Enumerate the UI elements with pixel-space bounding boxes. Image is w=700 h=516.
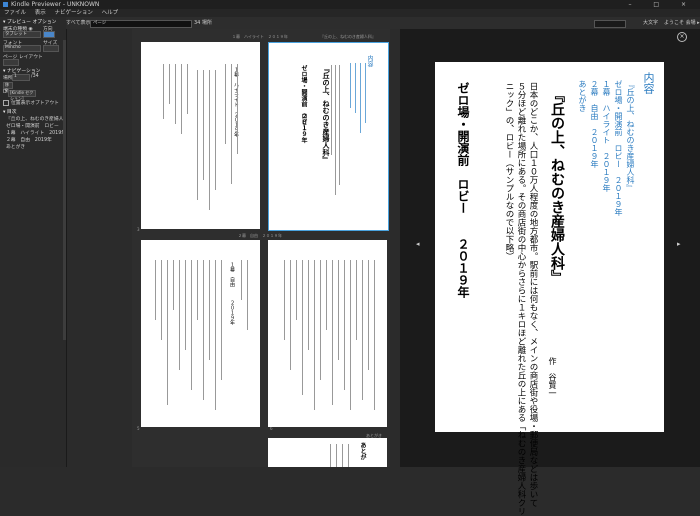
thumbnail-page-5[interactable]: あとが (268, 438, 387, 467)
viewer-toc-1[interactable]: 『丘の上、ねむのき産婦人科』 (625, 80, 636, 192)
toolbar: すべて表示 ページ 34 場所 大文字 ようこそ 会場 ▸ (66, 17, 700, 29)
viewer-toc-4[interactable]: ２幕 自由 ２０１９年 (589, 80, 600, 168)
toc-item-1[interactable]: 『丘の上、ねむのき産婦人 (6, 115, 63, 122)
toc-item-4[interactable]: ２幕 自由 2019年 (6, 136, 52, 143)
section-preview-options[interactable]: ▾ プレビュー オプション (3, 18, 56, 25)
go-button[interactable]: 移動 (3, 82, 13, 93)
p3-year: ２０１９年 (229, 300, 235, 325)
toc-item-3[interactable]: １幕 ハイライト 2019年 (6, 129, 66, 136)
right-label[interactable]: 大文字 (643, 17, 658, 29)
app-icon (3, 2, 8, 7)
location-total: /34 (31, 74, 39, 79)
viewer-toc-3[interactable]: １幕 ハイライト ２０１９年 (601, 80, 612, 192)
section-navigation[interactable]: ▾ ナビゲーション (3, 67, 40, 74)
toc-item-5[interactable]: あとがき (6, 143, 25, 150)
section-prefix: D (3, 90, 7, 95)
viewer-body-1: 日本のどこか、人口１０万人程度の地方都市。駅前には何もなく、メインの商店街や役場… (528, 82, 538, 507)
page-number-a: 3 (137, 227, 140, 232)
toc-item-2[interactable]: ゼロ場・開演前 ロビー (6, 122, 64, 129)
page-label-1: １幕 ハイライト ２０１９年 (232, 34, 288, 39)
p2-title: 『丘の上、ねむのき産婦人科』 (322, 65, 331, 163)
window-controls[interactable]: – □ × (628, 0, 696, 9)
sidebar: ▾ プレビュー オプション 端末の種類 ◉ 方向 タブレット フォント サイズ … (0, 17, 67, 467)
p2-year: ２０１９年 (300, 113, 307, 143)
thumbnail-page-1[interactable]: １幕 ハイライト ２０１９年 (141, 42, 260, 229)
viewer-body-2: ５分ほど離れた場所にある。その商店街の中心からさらに１キロほど離れた丘の上にある… (516, 82, 526, 516)
section-select[interactable]: [Kindle セクション] (8, 90, 36, 101)
viewer-toc-head: 内容 (642, 72, 655, 94)
sidebar-scrollbar[interactable] (63, 40, 66, 340)
chevron-right-icon[interactable]: ▸ (677, 240, 681, 248)
p3-title: １幕 自由 (229, 262, 235, 287)
viewer-author: 作 谷賢一 (548, 357, 557, 397)
menu-view[interactable]: 表示 (35, 10, 46, 16)
page-number-c: 5 (137, 426, 140, 431)
right-label-2[interactable]: ようこそ 会場 ▸ (664, 17, 700, 29)
device-select-value: タブレット (5, 32, 27, 37)
p2-toc-head: 内容 (366, 55, 373, 67)
device-page: 内容 『丘の上、ねむのき産婦人科』 ゼロ場・開演前 ロビー ２０１９年 １幕 ハ… (435, 62, 664, 516)
font-size-select[interactable] (43, 45, 59, 52)
window-title: Kindle Previewer - UNKNOWN (11, 1, 100, 8)
menu-help[interactable]: ヘルプ (102, 10, 119, 16)
thumbnail-page-4[interactable] (268, 240, 387, 427)
right-select[interactable] (594, 20, 626, 28)
section-toc[interactable]: ▾ 目次 (3, 108, 17, 115)
menu-navigation[interactable]: ナビゲーション (55, 10, 93, 16)
viewer-scene: ゼロ場・開演前 ロビー ２０１９年 (456, 82, 470, 298)
chevron-left-icon[interactable]: ◂ (416, 240, 420, 248)
view-label: すべて表示 (66, 20, 91, 26)
orientation-toggle[interactable] (43, 31, 55, 38)
page-mode-value: ページ (93, 21, 107, 26)
title-bar: Kindle Previewer - UNKNOWN – □ × (0, 0, 700, 9)
menu-file[interactable]: ファイル (4, 10, 26, 16)
viewer-body-3: ニック」の、ロビー（サンプルなので以下略） (504, 82, 514, 261)
viewer-toc-2[interactable]: ゼロ場・開演前 ロビー ２０１９年 (613, 80, 624, 216)
show-all-checkbox[interactable] (3, 99, 9, 106)
viewer-toc-5[interactable]: あとがき (577, 80, 588, 112)
font-select-value: Mincho (5, 45, 21, 50)
thumbnail-page-2[interactable]: 内容 『丘の上、ねむのき産婦人科』 ゼロ場・開演前 ロビー ２０１９年 (268, 42, 389, 231)
p1-body-lines (141, 42, 260, 229)
location-count: 34 場所 (194, 20, 212, 26)
page-layout-select[interactable] (3, 59, 19, 66)
viewer-title: 『丘の上、ねむのき産婦人科』 (549, 88, 565, 284)
page-label-2: 『丘の上、ねむのき産婦人科』 (320, 34, 376, 39)
thumbnail-page-3[interactable]: １幕 自由 ２０１９年 (141, 240, 260, 427)
p5-title: あとが (359, 442, 366, 460)
location-input-value: 1 (14, 74, 17, 79)
page-mode-select[interactable]: ページ (90, 20, 192, 28)
close-icon[interactable]: × (677, 32, 687, 42)
device-select[interactable]: タブレット (3, 31, 41, 38)
show-all-label: 位置表示オプトアウト (11, 101, 59, 106)
font-select[interactable]: Mincho (3, 45, 41, 52)
menu-bar: ファイル 表示 ナビゲーション ヘルプ (0, 9, 700, 17)
location-input[interactable]: 1 (12, 74, 30, 81)
page-label-3: ２幕 自由 ２０１９年 (238, 233, 282, 238)
show-all-row[interactable]: 位置表示オプトアウト (3, 99, 59, 106)
